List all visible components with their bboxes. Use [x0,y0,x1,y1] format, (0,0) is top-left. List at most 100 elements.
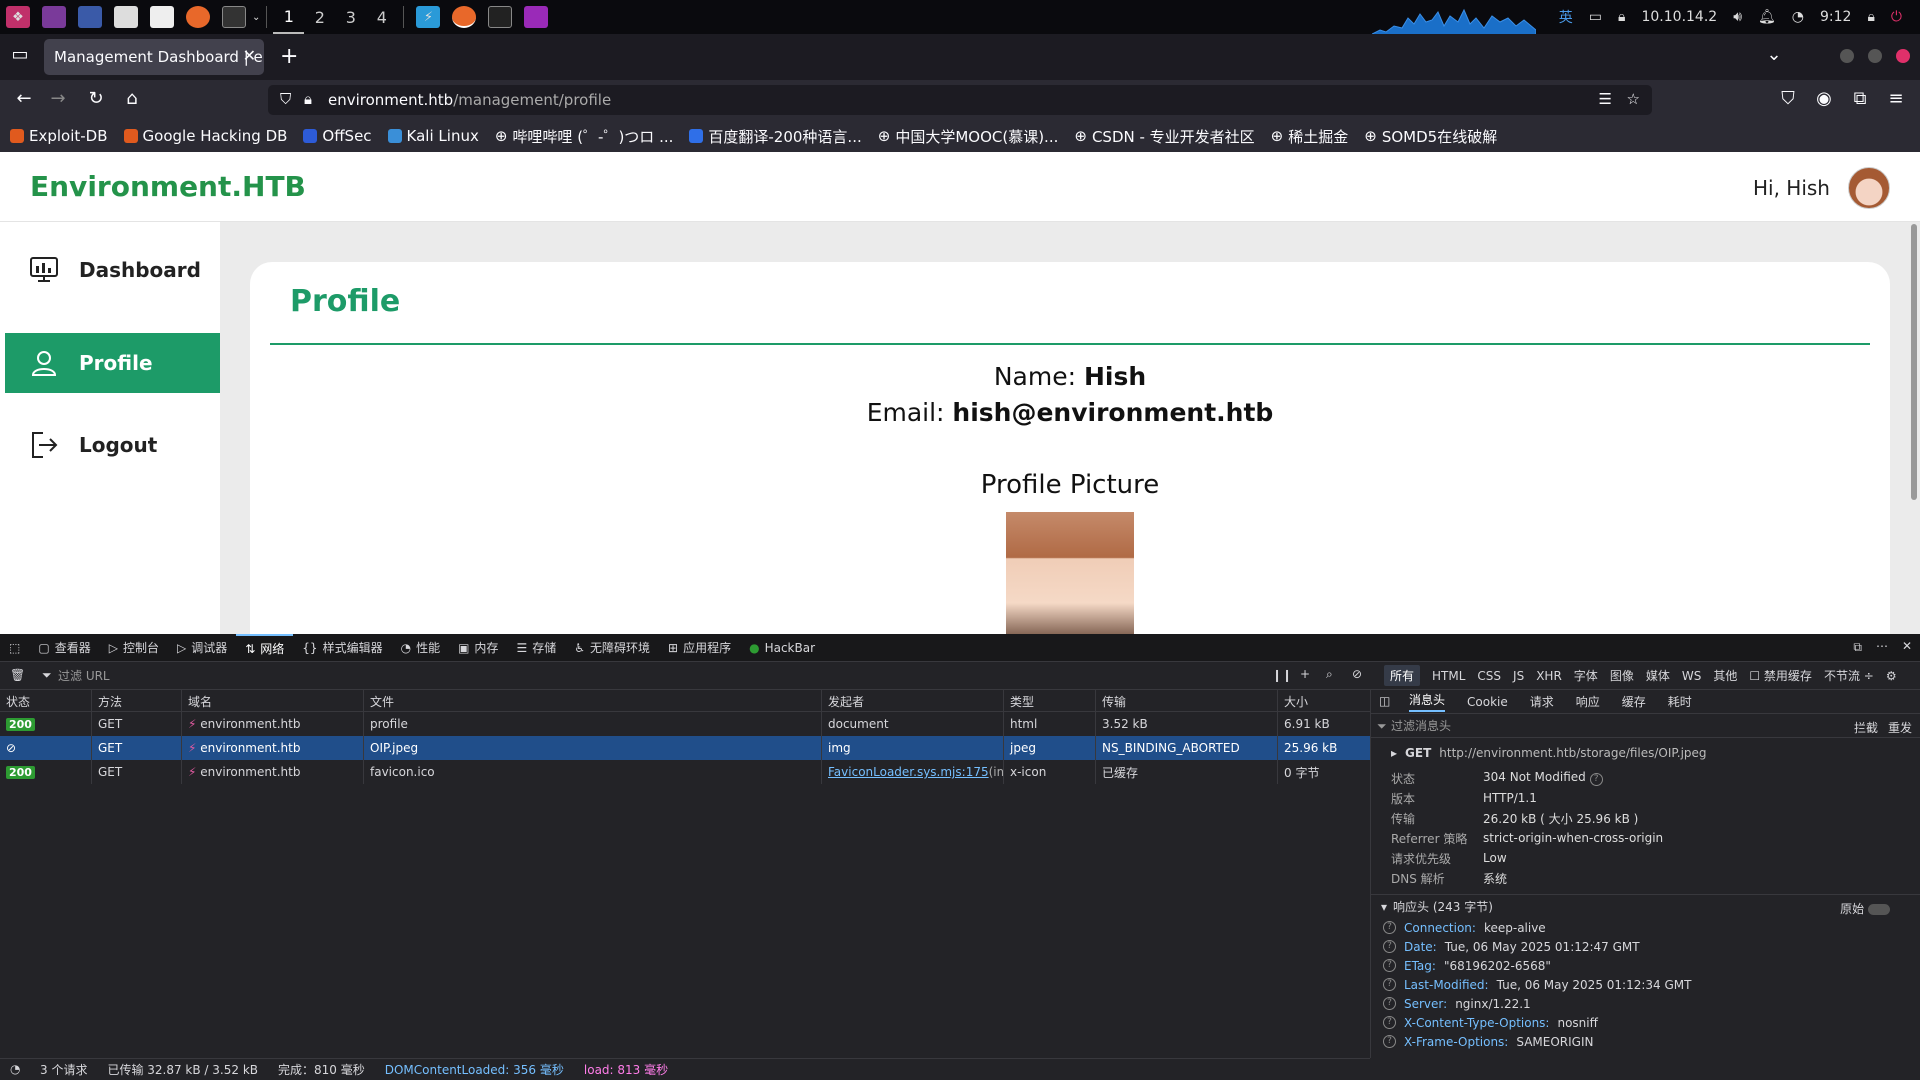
request-url-row[interactable]: ▸ GET http://environment.htb/storage/fil… [1371,738,1920,768]
block-button[interactable]: 拦截 [1854,719,1878,736]
type-all[interactable]: 所有 [1384,665,1421,686]
pocket-icon[interactable]: ⛉ [1776,88,1800,109]
notification-bell-icon[interactable]: 🔔︎ [1758,9,1776,25]
text-editor-icon[interactable] [150,6,174,28]
throttle-select[interactable]: 不节流 ÷ [1824,667,1874,684]
window-close-button[interactable] [1896,49,1910,63]
site-brand[interactable]: Environment.HTB [30,170,306,203]
tab-list-chevron-icon[interactable]: ⌄ [1762,44,1786,65]
column-initiator[interactable]: 发起者 [822,690,1004,712]
help-icon[interactable]: ? [1383,997,1396,1010]
tab-application[interactable]: ⊞ 应用程序 [659,634,740,662]
help-icon[interactable]: ? [1383,959,1396,972]
terminal-launcher-icon[interactable] [42,6,66,28]
disable-cache-checkbox[interactable]: ☐ 禁用缓存 [1749,667,1812,684]
firefox-window-icon[interactable] [452,6,477,28]
help-icon[interactable]: ? [1383,940,1396,953]
collapse-chevron-icon[interactable]: ▾ [1381,900,1387,914]
element-picker-icon[interactable]: ⬚ [0,634,29,662]
column-size[interactable]: 大小 [1278,690,1370,712]
window-icon[interactable]: ▭ [1589,9,1602,25]
filter-headers-input[interactable]: 过滤消息头 [1391,717,1451,734]
extensions-puzzle-icon[interactable]: ⧉ [1848,88,1872,109]
header-row[interactable]: ? Date: Tue, 06 May 2025 01:12:47 GMT [1371,937,1920,956]
tab-timings[interactable]: 耗时 [1668,693,1692,710]
block-icon[interactable]: ⊘ [1352,667,1362,681]
tab-performance[interactable]: ◔ 性能 [392,634,450,662]
tab-storage[interactable]: ☰ 存储 [507,634,565,662]
initiator-link[interactable]: FaviconLoader.sys.mjs:175 [828,765,989,779]
bookmark-exploit-db[interactable]: Exploit-DB [10,127,108,145]
column-type[interactable]: 类型 [1004,690,1096,712]
resend-button[interactable]: 重发 [1888,719,1912,736]
type-xhr[interactable]: XHR [1536,669,1562,683]
forward-icon[interactable]: → [46,88,70,109]
search-icon[interactable]: ⌕ [1326,667,1333,682]
type-css[interactable]: CSS [1477,669,1501,683]
bookmark-star-icon[interactable]: ☆ [1627,90,1640,108]
home-icon[interactable]: ⌂ [120,88,144,109]
type-media[interactable]: 媒体 [1646,667,1670,684]
clock-time[interactable]: 9:12 [1820,9,1851,25]
help-icon[interactable]: ? [1383,1016,1396,1029]
header-row[interactable]: ? X-Frame-Options: SAMEORIGIN [1371,1032,1920,1051]
avatar[interactable] [1848,167,1890,209]
tab-memory[interactable]: ▣ 内存 [449,634,507,662]
hamburger-menu-icon[interactable]: ≡ [1884,88,1908,109]
tab-style-editor[interactable]: {} 样式编辑器 [293,634,391,662]
type-ws[interactable]: WS [1682,669,1701,683]
table-row[interactable]: 200 GET ⚡︎ environment.htb favicon.ico F… [0,760,1370,784]
tab-headers[interactable]: 消息头 [1409,691,1446,712]
tab-cookies[interactable]: Cookie [1467,695,1508,709]
help-icon[interactable]: ? [1383,1035,1396,1048]
header-row[interactable]: ? X-Content-Type-Options: nosniff [1371,1013,1920,1032]
bookmark-baidu-translate[interactable]: 百度翻译-200种语言... [689,126,862,147]
power-icon[interactable]: ⏻ [1891,9,1902,25]
dock-side-icon[interactable]: ⧉ [1853,640,1862,655]
bookmark-mooc[interactable]: ⊕ 中国大学MOOC(慕课)... [878,126,1059,147]
folder-window-icon[interactable] [524,6,549,28]
ime-indicator[interactable]: 英 [1559,7,1573,27]
raw-toggle[interactable]: 原始 [1840,900,1890,917]
vpn-icon[interactable]: 🔒︎ [1618,9,1625,25]
bookmark-google-hacking-db[interactable]: Google Hacking DB [123,127,287,145]
tab-hackbar[interactable]: ● HackBar [740,634,824,662]
expand-chevron-icon[interactable]: ▸ [1391,746,1397,760]
sidebar-item-logout[interactable]: Logout [5,415,220,475]
sidebar-item-profile[interactable]: Profile [5,333,220,393]
shell-launcher-icon[interactable] [222,6,246,28]
tab-inspector[interactable]: ▢ 查看器 [29,634,99,662]
tab-response[interactable]: 响应 [1576,693,1600,710]
add-icon[interactable]: + [1300,667,1310,681]
tab-accessibility[interactable]: ♿︎ 无障碍环境 [565,634,659,662]
workspace-2[interactable]: 2 [304,0,335,34]
tab-cache[interactable]: 缓存 [1622,693,1646,710]
clear-requests-icon[interactable]: 🗑︎ [10,668,25,682]
tab-debugger[interactable]: ▷ 调试器 [168,634,236,662]
bookmark-somd5[interactable]: ⊕ SOMD5在线破解 [1364,126,1497,147]
reader-view-icon[interactable]: ☰ [1599,90,1612,108]
tab-overview-icon[interactable]: ▭ [8,44,32,65]
url-bar[interactable]: ⛉ 🔒︎ environment.htb /management/profile… [268,85,1652,115]
workspace-3[interactable]: 3 [335,0,366,34]
type-font[interactable]: 字体 [1574,667,1598,684]
performance-analysis-icon[interactable]: ◔ [10,1062,20,1076]
bookmark-offsec[interactable]: OffSec [303,127,372,145]
lock-icon[interactable]: 🔒︎ [304,90,312,108]
tab-request[interactable]: 请求 [1530,693,1554,710]
type-image[interactable]: 图像 [1610,667,1634,684]
column-transfer[interactable]: 传输 [1096,690,1278,712]
extension-avatar-icon[interactable]: ◉ [1812,88,1836,109]
reload-icon[interactable]: ↻ [84,88,108,109]
type-other[interactable]: 其他 [1713,667,1737,684]
header-row[interactable]: ? ETag: "68196202-6568" [1371,956,1920,975]
firefox-launcher-icon[interactable] [186,6,210,28]
help-icon[interactable]: ? [1589,773,1603,786]
window-minimize-button[interactable] [1840,49,1854,63]
bookmark-kali-linux[interactable]: Kali Linux [387,127,479,145]
close-tab-icon[interactable]: ✕ [243,46,256,65]
column-status[interactable]: 状态 [0,690,92,712]
launcher-dropdown-icon[interactable]: ⌄ [252,12,260,23]
header-row[interactable]: ? Server: nginx/1.22.1 [1371,994,1920,1013]
column-method[interactable]: 方法 [92,690,182,712]
